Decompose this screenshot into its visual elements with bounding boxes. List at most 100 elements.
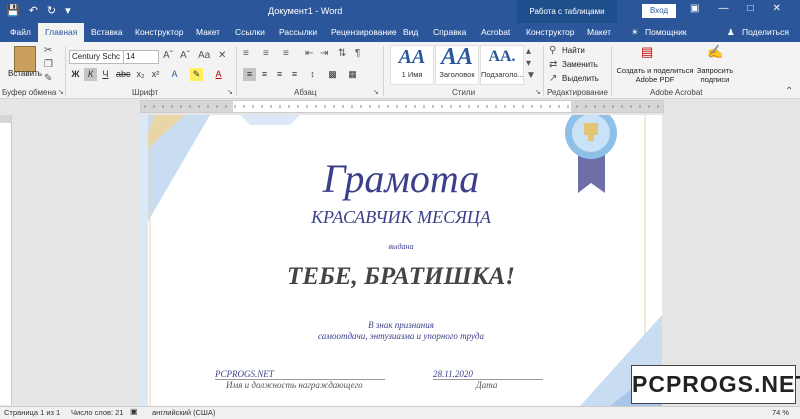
customize-qat-icon[interactable]: ▾ [65,4,71,17]
tab-file[interactable]: Файл [10,27,31,37]
tab-home[interactable]: Главная [38,23,85,42]
sort-icon[interactable]: ⇅ [338,48,346,59]
tab-view[interactable]: Вид [403,27,418,37]
style-item[interactable]: АА 1 Имя [390,45,434,85]
align-center-icon[interactable]: ≡ [258,68,271,81]
style-name: 1 Имя [401,70,423,79]
save-icon[interactable]: 💾 [6,4,20,17]
shading-icon[interactable]: ▩ [326,68,339,81]
format-painter-icon[interactable]: ✎ [44,73,52,84]
select-icon[interactable]: ↗ [549,73,557,84]
borders-icon[interactable]: ▦ [346,68,359,81]
minimize-icon[interactable]: — [718,3,728,14]
copy-icon[interactable]: ❐ [44,59,53,70]
styles-scroll-down-icon[interactable]: ▾ [526,58,531,69]
increase-indent-icon[interactable]: ⇥ [320,48,328,59]
signature-icon[interactable]: ✍ [707,44,723,60]
document-title: Документ1 - Word [268,6,343,16]
tab-table-design[interactable]: Конструктор [526,27,574,37]
bold-icon[interactable]: Ж [69,68,82,81]
certificate-title: Грамота [322,156,480,201]
paste-button[interactable]: Вставить [8,69,42,78]
dialog-launcher-icon[interactable]: ↘ [227,88,233,96]
collapse-ribbon-icon[interactable]: ⌃ [785,86,793,97]
dialog-launcher-icon[interactable]: ↘ [373,88,379,96]
page-count[interactable]: Страница 1 из 1 [4,408,60,417]
styles-more-icon[interactable]: ▼ [526,70,536,81]
tab-tell-me[interactable]: Помощник [645,27,687,37]
highlight-icon[interactable]: ✎ [190,68,203,81]
document-page[interactable]: Грамота КРАСАВЧИК МЕСЯЦА выдана ТЕБЕ, БР… [140,115,662,406]
tab-insert[interactable]: Вставка [91,27,123,37]
font-name-combo[interactable]: Century Schc [69,50,124,64]
share-button[interactable]: Поделиться [742,27,789,37]
subscript-icon[interactable]: x₂ [134,68,147,81]
grow-font-icon[interactable]: Aˆ [163,50,173,61]
group-font-label: Шрифт [132,88,159,97]
decrease-indent-icon[interactable]: ⇤ [305,48,313,59]
create-share-pdf-button[interactable]: Создать и поделиться Adobe PDF [616,66,694,84]
tab-acrobat[interactable]: Acrobat [481,27,510,37]
tab-table-layout[interactable]: Макет [587,27,611,37]
maximize-icon[interactable]: □ [747,3,753,14]
close-icon[interactable]: ✕ [773,3,781,14]
word-count[interactable]: Число слов: 21 [71,408,124,417]
show-marks-icon[interactable]: ¶ [355,48,360,59]
cut-icon[interactable]: ✂ [44,45,52,56]
group-acrobat-label: Adobe Acrobat [650,88,703,97]
pdf-icon[interactable]: ▤ [641,44,653,60]
dialog-launcher-icon[interactable]: ↘ [58,88,64,96]
tab-help[interactable]: Справка [433,27,466,37]
group-clipboard-label: Буфер обмена [2,88,57,97]
date-caption: Дата [476,380,498,390]
zoom-level[interactable]: 74 % [772,408,789,417]
tab-layout[interactable]: Макет [196,27,220,37]
tab-review[interactable]: Рецензирование [331,27,397,37]
find-icon[interactable]: ⚲ [549,45,556,56]
tab-references[interactable]: Ссылки [235,27,265,37]
ribbon-options-icon[interactable]: ▣ [690,3,699,14]
font-size-combo[interactable]: 14 [123,50,159,64]
superscript-icon[interactable]: x² [149,68,162,81]
underline-icon[interactable]: Ч [99,68,112,81]
undo-icon[interactable]: ↶ [29,4,38,17]
table-tools-label: Работа с таблицами [517,0,617,23]
tab-design[interactable]: Конструктор [135,27,183,37]
text-effects-icon[interactable]: A [168,68,181,81]
divider [236,46,237,96]
justify-icon[interactable]: ≡ [288,68,301,81]
line-spacing-icon[interactable]: ↕ [306,68,319,81]
align-left-icon[interactable]: ≡ [243,68,256,81]
styles-scroll-up-icon[interactable]: ▴ [526,46,531,57]
replace-icon[interactable]: ⇄ [549,59,557,70]
dialog-launcher-icon[interactable]: ↘ [535,88,541,96]
multilevel-list-icon[interactable]: ≡ [283,48,289,59]
align-right-icon[interactable]: ≡ [273,68,286,81]
clear-formatting-icon[interactable]: ✕ [218,50,226,61]
select-button[interactable]: Выделить [562,74,599,83]
certificate-subtitle: КРАСАВЧИК МЕСЯЦА [311,207,491,227]
numbering-icon[interactable]: ≡ [263,48,269,59]
bullets-icon[interactable]: ≡ [243,48,249,59]
shrink-font-icon[interactable]: Aˇ [180,50,190,61]
strikethrough-icon[interactable]: abc [116,68,131,81]
replace-button[interactable]: Заменить [562,60,598,69]
change-case-icon[interactable]: Aa [198,50,210,61]
language[interactable]: английский (США) [152,408,215,417]
horizontal-ruler[interactable] [140,100,664,113]
style-item[interactable]: АА. Подзаголо... [480,45,524,85]
recognition-line-2: самоотдачи, энтузиазма и упорного труда [318,331,484,341]
redo-icon[interactable]: ↻ [47,4,56,17]
tab-mailings[interactable]: Рассылки [279,27,317,37]
login-button[interactable]: Вход [642,4,676,18]
find-button[interactable]: Найти [562,46,585,55]
group-styles-label: Стили [452,88,476,97]
group-editing-label: Редактирование [547,88,608,97]
style-item[interactable]: АА Заголовок [435,45,479,85]
font-color-icon[interactable]: A [212,68,225,81]
italic-icon[interactable]: К [84,68,97,81]
request-signatures-button[interactable]: Запросить подписи [693,66,737,84]
vertical-ruler[interactable] [0,115,12,405]
proofing-icon[interactable]: ▣ [130,407,138,416]
style-name: Заголовок [439,70,475,79]
